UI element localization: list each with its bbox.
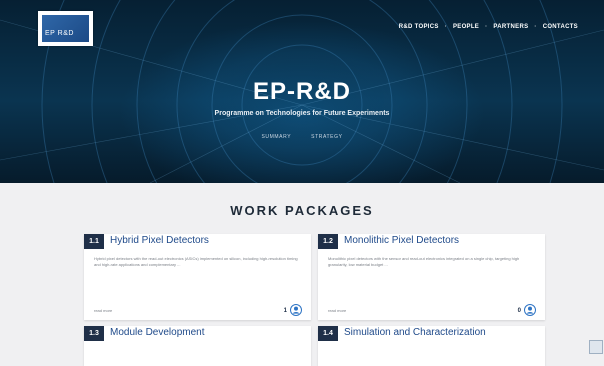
card-title[interactable]: Module Development: [110, 327, 205, 338]
nav-contacts[interactable]: CONTACTS: [543, 24, 578, 30]
work-package-card[interactable]: 1.3 Module Development: [84, 326, 311, 366]
nav-people[interactable]: PEOPLE: [453, 24, 479, 30]
card-title[interactable]: Hybrid Pixel Detectors: [110, 235, 209, 246]
section-title: WORK PACKAGES: [230, 203, 374, 218]
hero-links: SUMMARY STRATEGY: [0, 134, 604, 140]
nav-separator: ·: [444, 24, 447, 30]
logo-text: EP R&D: [45, 30, 74, 37]
card-description: Monolithic pixel detectors with the sens…: [328, 256, 520, 267]
card-description: Hybrid pixel detectors with the read-out…: [94, 256, 298, 267]
people-count: 1: [283, 308, 287, 314]
card-title[interactable]: Monolithic Pixel Detectors: [344, 235, 459, 246]
ep-rd-logo[interactable]: EP R&D: [38, 11, 93, 46]
read-more-link[interactable]: read more: [94, 308, 112, 313]
strategy-link[interactable]: STRATEGY: [311, 134, 342, 140]
card-number: 1.4: [318, 326, 338, 341]
card-number: 1.2: [318, 234, 338, 249]
card-number: 1.1: [84, 234, 104, 249]
hero-subtitle: Programme on Technologies for Future Exp…: [214, 110, 390, 117]
nav-separator: ·: [485, 24, 488, 30]
work-package-card[interactable]: 1.1 Hybrid Pixel Detectors Hybrid pixel …: [84, 234, 311, 320]
nav-partners[interactable]: PARTNERS: [493, 24, 528, 30]
card-number: 1.3: [84, 326, 104, 341]
hero-banner: EP R&D R&D TOPICS · PEOPLE · PARTNERS · …: [0, 0, 604, 183]
hero-title: EP-R&D: [252, 78, 351, 105]
people-count: 0: [517, 308, 521, 314]
person-icon[interactable]: [524, 304, 536, 316]
top-navigation: R&D TOPICS · PEOPLE · PARTNERS · CONTACT…: [399, 24, 578, 30]
work-package-card[interactable]: 1.4 Simulation and Characterization: [318, 326, 545, 366]
scroll-to-top-icon[interactable]: [589, 340, 603, 354]
summary-link[interactable]: SUMMARY: [261, 134, 291, 140]
person-icon[interactable]: [290, 304, 302, 316]
nav-separator: ·: [534, 24, 537, 30]
nav-rd-topics[interactable]: R&D TOPICS: [399, 24, 439, 30]
work-package-card[interactable]: 1.2 Monolithic Pixel Detectors Monolithi…: [318, 234, 545, 320]
read-more-link[interactable]: read more: [328, 308, 346, 313]
card-title[interactable]: Simulation and Characterization: [344, 327, 486, 338]
